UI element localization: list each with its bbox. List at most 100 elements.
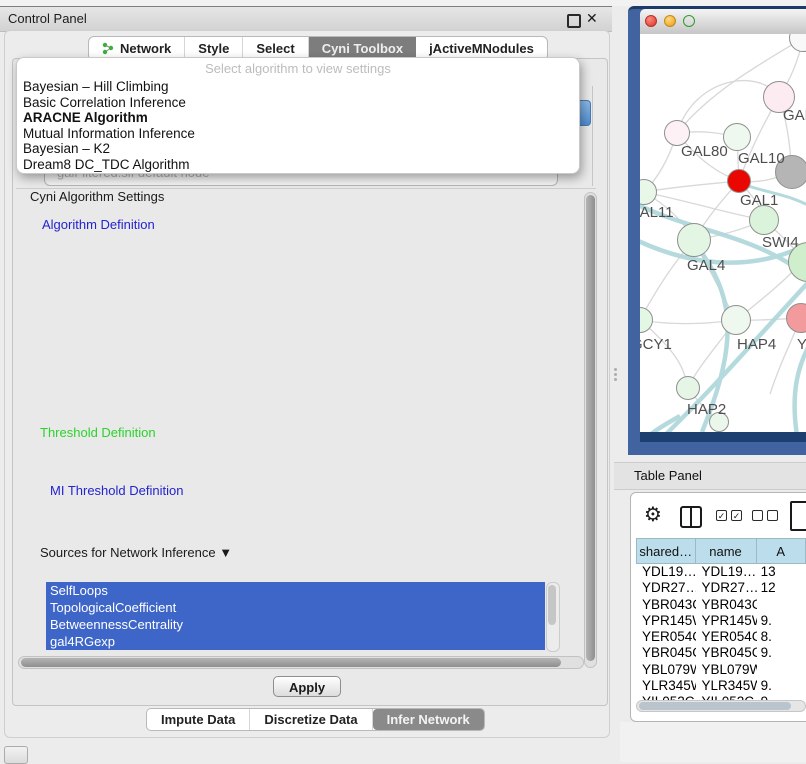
minimize-traffic-light-icon[interactable] bbox=[664, 15, 676, 27]
node-hap2[interactable] bbox=[676, 376, 700, 400]
settings-horizontal-scrollbar[interactable] bbox=[18, 656, 584, 669]
tab-network-label: Network bbox=[120, 41, 171, 56]
table-cell: YPR145W bbox=[636, 613, 696, 629]
node-label: Y bbox=[797, 336, 806, 353]
tab-infer-network[interactable]: Infer Network bbox=[373, 709, 484, 730]
float-window-icon[interactable] bbox=[567, 14, 581, 28]
node-gal4[interactable] bbox=[677, 223, 711, 257]
node-salmon[interactable] bbox=[786, 303, 806, 333]
table-row[interactable]: YPR145WYPR145W9. bbox=[636, 613, 806, 629]
column-header-shared-name[interactable]: shared… bbox=[636, 538, 696, 564]
node-label: HAP2 bbox=[687, 401, 726, 418]
page-icon[interactable] bbox=[790, 501, 806, 531]
close-traffic-light-icon[interactable] bbox=[645, 15, 657, 27]
control-panel-titlebar: Control Panel ✕ bbox=[0, 6, 612, 32]
split-columns-icon[interactable] bbox=[680, 506, 702, 528]
table-cell: YLR345W bbox=[636, 678, 696, 694]
table-cell: YBL079W bbox=[696, 662, 757, 678]
table-cell: YBL079W bbox=[636, 662, 696, 678]
column-header-partial[interactable]: A bbox=[757, 538, 806, 564]
table-cell bbox=[757, 662, 806, 678]
table-horizontal-scrollbar[interactable] bbox=[636, 700, 806, 712]
deselect-checkboxes-icon[interactable] bbox=[752, 510, 778, 521]
attribute-item-selected[interactable]: SelfLoops bbox=[46, 582, 545, 599]
table-cell: YBR045C bbox=[636, 645, 696, 661]
tab-discretize-data-label: Discretize Data bbox=[264, 712, 357, 727]
tab-infer-network-label: Infer Network bbox=[387, 712, 470, 727]
bottom-left-mini-button[interactable] bbox=[4, 746, 28, 764]
table-row[interactable]: YBL079WYBL079W bbox=[636, 662, 806, 678]
tab-discretize-data[interactable]: Discretize Data bbox=[250, 709, 372, 730]
apply-button[interactable]: Apply bbox=[273, 676, 341, 697]
sources-legend: Sources for Network Inference ▼ bbox=[36, 545, 236, 560]
groupbox-edge-fragment bbox=[592, 86, 593, 186]
table-cell: 8. bbox=[757, 629, 806, 645]
settings-gear-icon[interactable]: ⚙ bbox=[644, 502, 662, 527]
node-label: SWI4 bbox=[762, 234, 799, 251]
network-icon bbox=[102, 42, 115, 55]
node-label: HAP4 bbox=[737, 336, 776, 353]
settings-vertical-scrollbar[interactable] bbox=[584, 192, 597, 668]
algorithm-option[interactable]: Mutual Information Inference bbox=[23, 126, 573, 142]
table-cell: YLR345W bbox=[696, 678, 757, 694]
cyni-settings-legend: Cyni Algorithm Settings bbox=[26, 189, 168, 204]
algorithm-option[interactable]: Basic Correlation Inference bbox=[23, 95, 573, 111]
network-window-bottom-edge bbox=[640, 432, 806, 442]
close-icon[interactable]: ✕ bbox=[586, 10, 598, 27]
node-label: GAL1 bbox=[740, 192, 778, 209]
table-row[interactable]: YBR043CYBR043C bbox=[636, 597, 806, 613]
network-window-titlebar[interactable] bbox=[640, 9, 806, 35]
network-nodes: GALGAL80GAL10GAL1GAL11SWI4GAL4GCY1HAP4YH… bbox=[640, 34, 806, 432]
data-attributes-list[interactable]: SelfLoopsTopologicalCoefficientBetweenne… bbox=[46, 582, 545, 650]
node-gal1[interactable] bbox=[749, 205, 779, 235]
algorithm-option[interactable]: ARACNE Algorithm bbox=[23, 110, 573, 126]
select-all-checkboxes-icon[interactable]: ✓✓ bbox=[716, 510, 742, 521]
table-cell: YDL19… bbox=[636, 564, 696, 580]
table-cell: 12 bbox=[757, 580, 806, 596]
panel-title: Control Panel bbox=[8, 11, 87, 26]
tab-impute-data[interactable]: Impute Data bbox=[147, 709, 250, 730]
table-body: YDL19…YDL19…13YDR27…YDR27…12YBR043CYBR04… bbox=[636, 564, 806, 708]
algorithm-option[interactable]: Dream8 DC_TDC Algorithm bbox=[23, 157, 573, 173]
node-gal11[interactable] bbox=[640, 179, 657, 205]
attributes-scrollbar[interactable] bbox=[546, 582, 560, 652]
zoom-traffic-light-icon[interactable] bbox=[683, 15, 695, 27]
table-row[interactable]: YLR345WYLR345W9. bbox=[636, 678, 806, 694]
tab-jactivemnodules-label: jActiveMNodules bbox=[429, 41, 534, 56]
node-gcy1[interactable] bbox=[640, 307, 653, 333]
table-cell bbox=[757, 597, 806, 613]
table-row[interactable]: YBR045CYBR045C9. bbox=[636, 645, 806, 661]
collapse-arrow-icon[interactable]: ▼ bbox=[219, 545, 232, 560]
node-hap4[interactable] bbox=[721, 305, 751, 335]
node-label: GAL10 bbox=[738, 150, 785, 167]
table-header-row: shared… name A bbox=[636, 538, 806, 564]
algorithm-option[interactable]: Bayesian – K2 bbox=[23, 141, 573, 157]
network-canvas[interactable]: GALGAL80GAL10GAL1GAL11SWI4GAL4GCY1HAP4YH… bbox=[640, 34, 806, 432]
node-partial-top[interactable] bbox=[789, 34, 806, 52]
table-cell: YBR043C bbox=[696, 597, 757, 613]
node-label: GCY1 bbox=[640, 336, 672, 353]
table-cell: YER054C bbox=[696, 629, 757, 645]
node-table[interactable]: shared… name A YDL19…YDL19…13YDR27…YDR27… bbox=[636, 538, 806, 708]
table-cell: YDR27… bbox=[636, 580, 696, 596]
threshold-definition-legend: Threshold Definition bbox=[36, 425, 160, 440]
attribute-item-selected[interactable]: TopologicalCoefficient bbox=[46, 599, 545, 616]
panel-splitter-handle[interactable] bbox=[612, 366, 618, 380]
table-row[interactable]: YDR27…YDR27…12 bbox=[636, 580, 806, 596]
bottom-tabs: Impute Data Discretize Data Infer Networ… bbox=[146, 708, 485, 731]
column-header-name[interactable]: name bbox=[696, 538, 757, 564]
table-cell: YBR043C bbox=[636, 597, 696, 613]
table-row[interactable]: YDL19…YDL19…13 bbox=[636, 564, 806, 580]
tab-cyni-toolbox-label: Cyni Toolbox bbox=[322, 41, 403, 56]
attribute-item-selected[interactable]: gal4RGexp bbox=[46, 633, 545, 650]
bottom-right-area bbox=[620, 722, 806, 762]
sources-title: Sources for Network Inference bbox=[40, 545, 216, 560]
node-red-selected[interactable] bbox=[727, 169, 751, 193]
algorithm-option[interactable]: Bayesian – Hill Climbing bbox=[23, 79, 573, 95]
attribute-item-selected[interactable]: BetweennessCentrality bbox=[46, 616, 545, 633]
mi-threshold-legend: MI Threshold Definition bbox=[46, 483, 187, 498]
table-row[interactable]: YER054CYER054C8. bbox=[636, 629, 806, 645]
table-panel-title: Table Panel bbox=[634, 468, 702, 483]
node-label: GAL bbox=[783, 107, 806, 124]
table-cell: YBR045C bbox=[696, 645, 757, 661]
